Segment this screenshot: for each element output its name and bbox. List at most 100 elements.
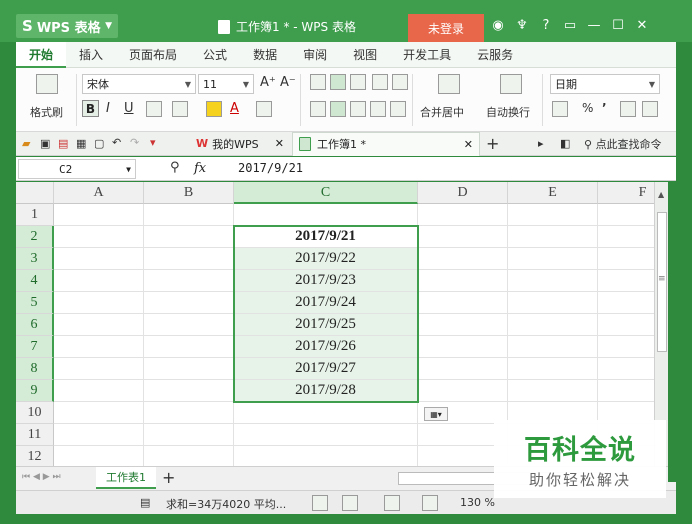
row-header[interactable]: 5: [16, 292, 54, 314]
grid-cell[interactable]: [234, 424, 418, 446]
cell-c2[interactable]: 2017/9/21: [234, 226, 418, 248]
column-header-b[interactable]: B: [144, 182, 234, 204]
cell-c9[interactable]: 2017/9/28: [234, 380, 418, 402]
grid-cell[interactable]: [418, 380, 508, 402]
share-icon[interactable]: ◧: [560, 137, 570, 150]
grid-cell[interactable]: [54, 446, 144, 466]
help-button[interactable]: ?: [538, 18, 554, 33]
grid-cell[interactable]: [508, 270, 598, 292]
font-color-icon[interactable]: A: [230, 101, 239, 116]
grid-cell[interactable]: [54, 358, 144, 380]
save-icon[interactable]: ▣: [40, 137, 50, 150]
grid-cell[interactable]: [598, 380, 654, 402]
row-header[interactable]: 2: [16, 226, 54, 248]
grid-cell[interactable]: [144, 336, 234, 358]
grid-cell[interactable]: [54, 270, 144, 292]
maximize-icon[interactable]: ☐: [610, 18, 626, 33]
row-header[interactable]: 10: [16, 402, 54, 424]
new-tab-icon[interactable]: +: [486, 134, 499, 153]
bold-button[interactable]: B: [82, 100, 99, 117]
align-top-icon[interactable]: [310, 74, 326, 90]
grid-cell[interactable]: [418, 204, 508, 226]
ribbon-collapse-icon[interactable]: ▭: [562, 18, 578, 33]
grid-cell[interactable]: [54, 226, 144, 248]
align-center-icon[interactable]: [330, 101, 346, 117]
grid-cell[interactable]: [54, 336, 144, 358]
print-preview-icon[interactable]: ▢: [94, 137, 104, 150]
open-folder-icon[interactable]: ▰: [22, 137, 30, 150]
grid-cell[interactable]: [144, 402, 234, 424]
grid-cell[interactable]: [144, 204, 234, 226]
row-header[interactable]: 3: [16, 248, 54, 270]
justify-icon[interactable]: [370, 101, 386, 117]
sheet-nav-icon[interactable]: ⏮ ◀ ▶ ⏭: [22, 472, 61, 482]
align-left-icon[interactable]: [310, 101, 326, 117]
grid-cell[interactable]: [54, 248, 144, 270]
grid-cell[interactable]: [54, 424, 144, 446]
grid-cell[interactable]: [144, 226, 234, 248]
decrease-font-icon[interactable]: A⁻: [280, 75, 296, 90]
column-header-c[interactable]: C: [234, 182, 418, 204]
row-header[interactable]: 11: [16, 424, 54, 446]
grid-cell[interactable]: [598, 270, 654, 292]
font-name-select[interactable]: 宋体 ▼: [82, 74, 196, 94]
tab-insert[interactable]: 插入: [66, 42, 116, 68]
column-header-a[interactable]: A: [54, 182, 144, 204]
grid-cell[interactable]: [418, 292, 508, 314]
percent-button[interactable]: %: [582, 101, 593, 115]
column-header-e[interactable]: E: [508, 182, 598, 204]
row-header[interactable]: 7: [16, 336, 54, 358]
zoom-formula-icon[interactable]: ⚲: [170, 160, 180, 175]
cell-fill-icon[interactable]: [172, 101, 188, 117]
grid-cell[interactable]: [144, 314, 234, 336]
insert-function-button[interactable]: fx: [194, 161, 206, 176]
italic-button[interactable]: I: [106, 101, 110, 116]
grid-cell[interactable]: [598, 226, 654, 248]
row-header[interactable]: 4: [16, 270, 54, 292]
tab-review[interactable]: 审阅: [290, 42, 340, 68]
name-box[interactable]: C2 ▼: [18, 159, 136, 179]
grid-cell[interactable]: [418, 314, 508, 336]
increase-font-icon[interactable]: A⁺: [260, 75, 276, 90]
tab-data[interactable]: 数据: [240, 42, 290, 68]
close-tab-icon[interactable]: ✕: [275, 137, 284, 150]
row-header[interactable]: 12: [16, 446, 54, 466]
grid-cell[interactable]: [54, 292, 144, 314]
grid-cell[interactable]: [508, 314, 598, 336]
page-layout-view-icon[interactable]: [342, 495, 358, 511]
format-painter-label[interactable]: 格式刷: [30, 104, 63, 120]
grid-cell[interactable]: [234, 446, 418, 466]
print-icon[interactable]: ▦: [76, 137, 86, 150]
tab-developer[interactable]: 开发工具: [390, 42, 464, 68]
grid-cell[interactable]: [598, 336, 654, 358]
grid-cell[interactable]: [418, 358, 508, 380]
close-icon[interactable]: ✕: [634, 18, 650, 33]
tab-workbook[interactable]: 工作簿1 * ✕: [292, 131, 480, 156]
paste-options-icon[interactable]: ▦▾: [424, 407, 448, 421]
distribute-icon[interactable]: [390, 101, 406, 117]
add-sheet-button[interactable]: +: [162, 468, 175, 487]
border-icon[interactable]: [146, 101, 162, 117]
grid-cell[interactable]: [508, 292, 598, 314]
column-header-f[interactable]: F: [598, 182, 654, 204]
grid-cell[interactable]: [418, 248, 508, 270]
column-header-d[interactable]: D: [418, 182, 508, 204]
select-all-corner[interactable]: [16, 182, 54, 204]
font-size-select[interactable]: 11 ▼: [198, 74, 254, 94]
tab-page-layout[interactable]: 页面布局: [116, 42, 190, 68]
grid-cell[interactable]: [144, 446, 234, 466]
currency-icon[interactable]: [552, 101, 568, 117]
grid-cell[interactable]: [598, 314, 654, 336]
paintbrush-icon[interactable]: [36, 74, 58, 94]
tab-formulas[interactable]: 公式: [190, 42, 240, 68]
search-command[interactable]: ⚲ 点此查找命令: [584, 136, 662, 152]
grid-cell[interactable]: [54, 380, 144, 402]
skin-icon[interactable]: ◉: [490, 18, 506, 33]
grid-cell[interactable]: [234, 204, 418, 226]
wrap-text-icon[interactable]: [500, 74, 522, 94]
undo-icon[interactable]: ↶: [112, 136, 121, 149]
cloud-sync-icon[interactable]: ▸: [538, 137, 544, 150]
grid-cell[interactable]: [508, 226, 598, 248]
grid-cell[interactable]: [234, 402, 418, 424]
increase-decimal-icon[interactable]: [620, 101, 636, 117]
